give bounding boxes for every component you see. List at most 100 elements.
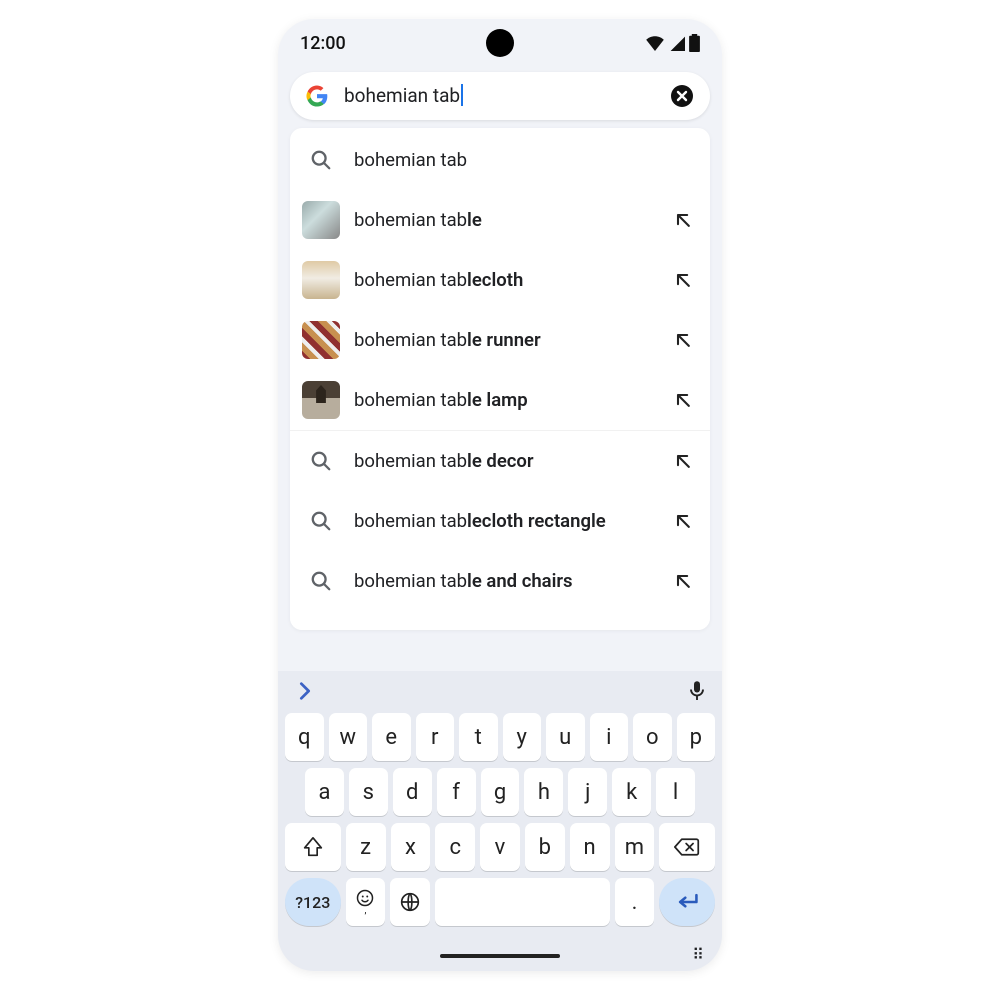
suggestion-prefix: bohemian tab <box>354 389 467 411</box>
gesture-pill[interactable] <box>440 954 560 958</box>
insert-suggestion-button[interactable] <box>668 446 698 476</box>
key-b[interactable]: b <box>525 823 565 871</box>
search-icon <box>310 149 332 171</box>
insert-suggestion-button[interactable] <box>668 385 698 415</box>
key-h[interactable]: h <box>524 768 563 816</box>
key-l[interactable]: l <box>656 768 695 816</box>
suggestion-prefix: bohemian tab <box>354 450 467 472</box>
shift-key[interactable] <box>285 823 341 871</box>
suggestion-completion: le lamp <box>467 389 528 411</box>
key-s[interactable]: s <box>349 768 388 816</box>
enter-key[interactable] <box>659 878 715 926</box>
suggestion-row[interactable]: bohemian table <box>290 190 710 250</box>
key-q[interactable]: q <box>285 713 324 761</box>
front-camera-cutout <box>486 29 514 57</box>
insert-suggestion-button[interactable] <box>668 205 698 235</box>
keyboard-row-1: qwertyuiop <box>285 713 715 761</box>
suggestion-thumbnail <box>302 381 340 419</box>
clear-icon[interactable] <box>670 84 694 108</box>
search-bar[interactable]: bohemian tab <box>290 72 710 120</box>
suggestion-row[interactable]: bohemian tablecloth <box>290 250 710 310</box>
keyboard-suggestion-strip <box>278 671 722 711</box>
suggestion-thumbnail <box>302 201 340 239</box>
suggestion-thumbnail <box>302 261 340 299</box>
search-icon <box>310 510 332 532</box>
insert-arrow-icon <box>673 270 693 290</box>
suggestion-text: bohemian table runner <box>354 329 668 351</box>
google-logo-icon <box>306 85 328 107</box>
suggestion-search-icon-wrap <box>302 442 340 480</box>
key-m[interactable]: m <box>615 823 655 871</box>
shift-icon <box>303 836 323 858</box>
spacebar-key[interactable] <box>435 878 610 926</box>
search-suggestions-list: bohemian tabbohemian tablebohemian table… <box>290 128 710 630</box>
key-y[interactable]: y <box>503 713 542 761</box>
suggestion-row[interactable]: bohemian table decor <box>290 430 710 491</box>
navigation-bar: ⠿ <box>278 941 722 971</box>
key-g[interactable]: g <box>481 768 520 816</box>
suggestion-row[interactable]: bohemian tablecloth rectangle <box>290 491 710 551</box>
insert-suggestion-button[interactable] <box>668 566 698 596</box>
suggestion-row[interactable]: bohemian table runner <box>290 310 710 370</box>
key-p[interactable]: p <box>677 713 716 761</box>
suggestion-row[interactable]: bohemian table lamp <box>290 370 710 430</box>
key-a[interactable]: a <box>305 768 344 816</box>
key-f[interactable]: f <box>437 768 476 816</box>
key-c[interactable]: c <box>435 823 475 871</box>
insert-arrow-icon <box>673 511 693 531</box>
suggestion-prefix: bohemian tab <box>354 149 467 171</box>
suggestion-completion: le decor <box>467 450 534 472</box>
insert-suggestion-button[interactable] <box>668 626 698 630</box>
key-d[interactable]: d <box>393 768 432 816</box>
suggestion-search-icon-wrap <box>302 502 340 540</box>
symbols-key[interactable]: ?123 <box>285 878 341 926</box>
suggestion-row[interactable]: bohemian tabs <box>290 611 710 630</box>
status-bar: 12:00 <box>278 19 722 67</box>
key-e[interactable]: e <box>372 713 411 761</box>
suggestion-completion: le runner <box>467 329 541 351</box>
suggestion-thumbnail <box>302 321 340 359</box>
status-icons <box>645 34 700 52</box>
suggestion-text: bohemian table lamp <box>354 389 668 411</box>
key-j[interactable]: j <box>568 768 607 816</box>
suggestion-row[interactable]: bohemian table and chairs <box>290 551 710 611</box>
key-v[interactable]: v <box>480 823 520 871</box>
key-u[interactable]: u <box>546 713 585 761</box>
microphone-icon[interactable] <box>688 680 706 702</box>
insert-suggestion-button[interactable] <box>668 265 698 295</box>
search-icon <box>310 450 332 472</box>
key-n[interactable]: n <box>570 823 610 871</box>
suggestion-row[interactable]: bohemian tab <box>290 130 710 190</box>
chevron-right-icon[interactable] <box>294 680 316 702</box>
enter-icon <box>675 892 699 912</box>
key-w[interactable]: w <box>329 713 368 761</box>
keyboard-handle-icon[interactable]: ⠿ <box>692 945 704 964</box>
suggestion-text: bohemian table <box>354 209 668 231</box>
insert-arrow-icon <box>673 210 693 230</box>
search-input[interactable]: bohemian tab <box>344 84 670 108</box>
key-x[interactable]: x <box>391 823 431 871</box>
language-key[interactable] <box>390 878 430 926</box>
cellular-icon <box>669 35 685 51</box>
suggestion-prefix: bohemian tab <box>354 510 467 532</box>
insert-suggestion-button[interactable] <box>668 506 698 536</box>
backspace-key[interactable] <box>659 823 715 871</box>
suggestion-text: bohemian table and chairs <box>354 570 668 592</box>
key-z[interactable]: z <box>346 823 386 871</box>
suggestion-text: bohemian tablecloth rectangle <box>354 510 668 532</box>
emoji-icon <box>356 889 374 907</box>
period-key[interactable]: . <box>615 878 655 926</box>
search-icon <box>310 570 332 592</box>
suggestion-search-icon-wrap <box>302 141 340 179</box>
insert-arrow-icon <box>673 330 693 350</box>
wifi-icon <box>645 35 665 51</box>
text-cursor <box>461 84 463 106</box>
key-r[interactable]: r <box>416 713 455 761</box>
key-t[interactable]: t <box>459 713 498 761</box>
key-k[interactable]: k <box>612 768 651 816</box>
key-i[interactable]: i <box>590 713 629 761</box>
key-o[interactable]: o <box>633 713 672 761</box>
insert-suggestion-button[interactable] <box>668 325 698 355</box>
emoji-key[interactable]: , <box>346 878 386 926</box>
insert-arrow-icon <box>673 390 693 410</box>
